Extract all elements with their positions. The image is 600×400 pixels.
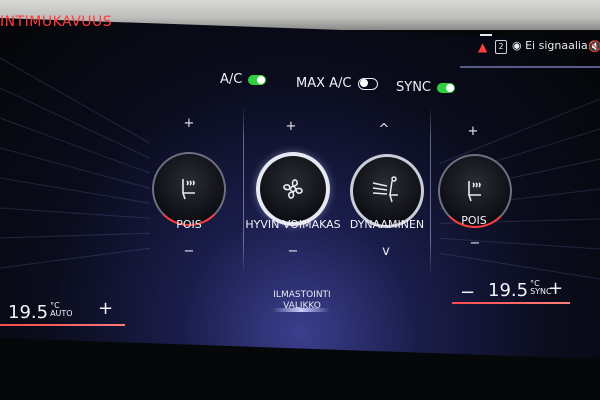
left-temperature[interactable]: 19.5 °C AUTO [8,302,73,324]
mode-up-button[interactable]: ^ [358,122,410,138]
status-indicator [480,34,492,36]
status-underline [460,66,600,68]
left-seat-minus-button[interactable]: − [163,244,215,260]
ac-label: A/C [220,72,243,87]
seat-heat-icon [152,152,226,226]
airflow-seat-icon [350,154,424,228]
fan-speed-knob[interactable] [256,152,330,226]
right-temp-bar [452,302,570,304]
right-seat-label: POIS [461,214,487,227]
left-temp-mode: AUTO [50,309,73,318]
fan-plus-button[interactable]: + [265,119,317,135]
signal-status: ◉ Ei signaalia. [512,39,591,52]
ac-toggle[interactable]: A/C [220,72,267,87]
air-distribution-knob[interactable] [350,154,424,228]
right-temp-value: 19.5 [488,280,529,301]
climate-menu-line1: ILMASTOINTI [273,290,331,300]
right-seat-minus-button[interactable]: − [449,236,501,252]
connection-icon: ◉ [512,39,522,52]
signal-text: Ei signaalia. [525,39,592,52]
divider-right [430,105,431,275]
climate-menu-indicator [272,308,330,312]
fan-minus-button[interactable]: − [267,244,319,260]
divider-left [243,105,244,275]
sync-toggle[interactable]: SYNC [396,80,455,95]
max-ac-switch[interactable] [357,77,378,90]
right-temp-plus-button[interactable]: + [548,278,563,299]
left-temp-value: 19.5 [8,302,49,323]
mute-icon[interactable]: 🔇 [588,40,600,53]
right-temperature[interactable]: 19.5 °C SYNC [488,280,552,302]
max-ac-label: MAX A/C [296,76,352,91]
mode-down-button[interactable]: v [360,244,412,260]
fan-icon [256,152,330,226]
left-seat-plus-button[interactable]: + [163,116,215,132]
left-seat-label: POIS [176,218,202,231]
left-temp-bar [0,324,125,326]
ac-switch[interactable] [248,74,267,85]
max-ac-toggle[interactable]: MAX A/C [296,76,378,91]
fan-speed-label: HYVIN VOIMAKAS [245,218,341,231]
screen-title: INTIMUKAVUUS [0,14,113,30]
right-temp-minus-button[interactable]: − [460,282,475,303]
status-bar: ▲ 2 ◉ Ei signaalia. 🔇 [460,34,600,70]
chevron-up-icon[interactable]: ▲ [478,40,487,54]
sync-switch[interactable] [437,82,455,93]
mode-label: DYNAAMINEN [349,218,425,231]
right-seat-plus-button[interactable]: + [447,124,499,140]
left-seat-heat-knob[interactable] [152,152,226,226]
notification-badge[interactable]: 2 [495,40,507,54]
left-temp-plus-button[interactable]: + [98,298,113,319]
sync-label: SYNC [396,80,431,95]
